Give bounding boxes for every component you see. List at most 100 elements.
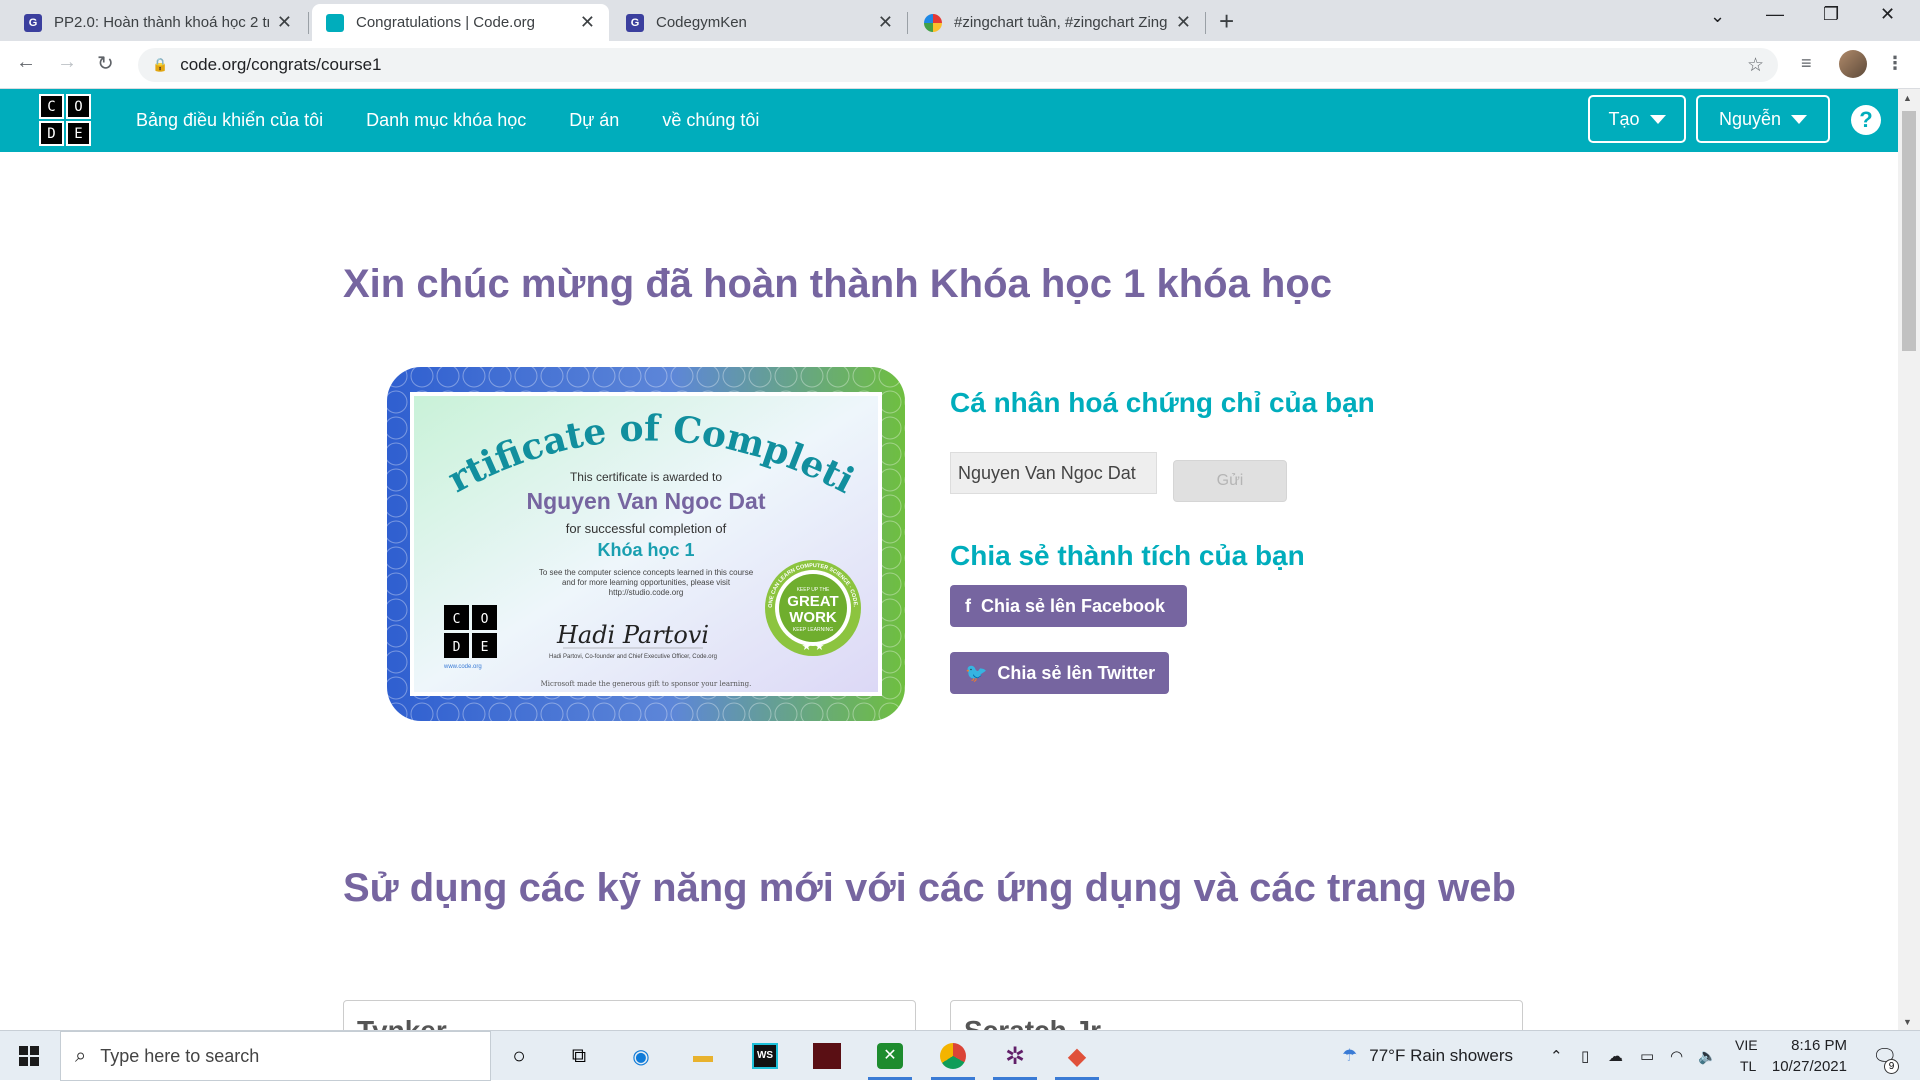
logo-letter: O bbox=[481, 612, 489, 627]
windows-start-icon[interactable] bbox=[19, 1046, 39, 1066]
app-diamond-icon[interactable]: ◆ bbox=[1055, 1040, 1099, 1080]
tab-code-org[interactable]: Congratulations | Code.org ✕ bbox=[312, 4, 609, 41]
close-window-button[interactable]: ✕ bbox=[1880, 4, 1895, 25]
certificate-signature: Hadi Partovi bbox=[556, 621, 709, 649]
caret-down-icon bbox=[1791, 114, 1808, 124]
clock-time: 8:16 PM bbox=[1791, 1037, 1847, 1054]
scroll-up-icon[interactable]: ▲ bbox=[1903, 93, 1912, 103]
media-control-icon[interactable]: ≡ bbox=[1801, 53, 1812, 74]
webstorm-icon[interactable]: WS bbox=[749, 1040, 781, 1072]
code-org-logo[interactable]: C O D E bbox=[39, 94, 91, 146]
forward-icon[interactable]: → bbox=[57, 51, 77, 74]
certificate-course: Khóa học 1 bbox=[597, 540, 694, 560]
task-view-icon[interactable]: ⧉ bbox=[563, 1040, 595, 1072]
nav-course-catalog[interactable]: Danh mục khóa học bbox=[366, 110, 526, 131]
close-icon[interactable]: ✕ bbox=[277, 12, 292, 33]
tab-divider bbox=[308, 12, 309, 34]
tab-divider bbox=[1205, 12, 1206, 34]
profile-avatar[interactable] bbox=[1839, 50, 1867, 78]
certificate-image: Certificate of Completion This certifica… bbox=[383, 363, 905, 721]
badge-line2: WORK bbox=[789, 609, 837, 626]
file-explorer-icon[interactable]: ▬ bbox=[687, 1040, 719, 1072]
page-scrollbar[interactable]: ▲ ▼ bbox=[1898, 89, 1920, 1030]
weather-widget[interactable]: ☂ 77°F Rain showers bbox=[1342, 1031, 1513, 1081]
url-text: code.org/congrats/course1 bbox=[180, 55, 382, 74]
close-icon[interactable]: ✕ bbox=[878, 12, 893, 33]
badge-line1: GREAT bbox=[787, 593, 838, 610]
nav-projects[interactable]: Dự án bbox=[569, 110, 619, 131]
tab-divider bbox=[907, 12, 908, 34]
certificate-info-line: http://studio.code.org bbox=[609, 588, 684, 597]
taskbar-clock[interactable]: 8:16 PM 10/27/2021 bbox=[1757, 1035, 1847, 1077]
tab-title: CodegymKen bbox=[656, 14, 747, 31]
share-twitter-button[interactable]: 🐦 Chia sẻ lên Twitter bbox=[950, 652, 1169, 694]
logo-letter: E bbox=[66, 121, 91, 146]
restore-button[interactable]: ❐ bbox=[1823, 4, 1839, 25]
tab-pp2[interactable]: G PP2.0: Hoàn thành khoá học 2 trê ✕ bbox=[10, 4, 306, 41]
certificate-awarded-text: This certificate is awarded to bbox=[570, 470, 722, 484]
volume-icon[interactable]: 🔈 bbox=[1698, 1031, 1717, 1081]
language-code: VIE bbox=[1735, 1037, 1758, 1053]
logo-letter: D bbox=[453, 640, 461, 655]
share-title: Chia sẻ thành tích của bạn bbox=[950, 540, 1305, 571]
search-placeholder: Type here to search bbox=[100, 1045, 260, 1066]
nav-dashboard[interactable]: Bảng điều khiển của tôi bbox=[136, 110, 323, 131]
device-icon[interactable]: ▯ bbox=[1581, 1031, 1589, 1081]
edge-icon[interactable]: ◉ bbox=[625, 1040, 657, 1072]
slack-icon[interactable]: ✲ bbox=[993, 1040, 1037, 1080]
close-icon[interactable]: ✕ bbox=[1176, 12, 1191, 33]
logo-letter: C bbox=[453, 612, 461, 627]
tab-search-icon[interactable]: ⌄ bbox=[1710, 6, 1725, 27]
minimize-button[interactable]: — bbox=[1766, 4, 1784, 25]
xbox-icon[interactable]: ✕ bbox=[868, 1040, 912, 1080]
personalize-title: Cá nhân hoá chứng chỉ của bạn bbox=[950, 387, 1375, 418]
close-icon[interactable]: ✕ bbox=[580, 12, 595, 33]
logo-letter: C bbox=[39, 94, 64, 119]
onedrive-icon[interactable]: ☁ bbox=[1608, 1031, 1623, 1081]
battery-icon[interactable]: ▭ bbox=[1640, 1031, 1654, 1081]
app-red-icon[interactable] bbox=[811, 1040, 843, 1072]
zing-icon bbox=[924, 13, 942, 32]
nav-about[interactable]: về chúng tôi bbox=[662, 110, 759, 131]
create-dropdown-button[interactable]: Tạo bbox=[1588, 95, 1686, 143]
show-hidden-icons[interactable]: ⌃ bbox=[1550, 1031, 1563, 1081]
notification-count-badge: 9 bbox=[1884, 1059, 1899, 1074]
certificate-info-line: and for more learning opportunities, ple… bbox=[562, 578, 731, 587]
input-language[interactable]: VIE TL bbox=[1735, 1035, 1758, 1077]
keyboard-code: TL bbox=[1740, 1058, 1757, 1074]
user-dropdown-button[interactable]: Nguyễn bbox=[1696, 95, 1830, 143]
tab-zingchart[interactable]: #zingchart tuần, #zingchart Zing ✕ bbox=[910, 4, 1205, 41]
share-facebook-button[interactable]: f Chia sẻ lên Facebook bbox=[950, 585, 1187, 627]
facebook-label: Chia sẻ lên Facebook bbox=[981, 595, 1166, 616]
clock-date: 10/27/2021 bbox=[1771, 1058, 1847, 1075]
reload-icon[interactable]: ↻ bbox=[97, 51, 114, 76]
rain-cloud-icon: ☂ bbox=[1342, 1046, 1358, 1065]
facebook-icon: f bbox=[965, 595, 971, 616]
chrome-icon[interactable] bbox=[931, 1040, 975, 1080]
submit-name-button[interactable]: Gửi bbox=[1173, 460, 1287, 502]
scrollbar-thumb[interactable] bbox=[1902, 111, 1916, 351]
logo-letter: O bbox=[66, 94, 91, 119]
new-tab-button[interactable]: + bbox=[1219, 6, 1234, 37]
scroll-down-icon[interactable]: ▼ bbox=[1903, 1017, 1912, 1027]
taskbar-search-box[interactable]: ⌕ Type here to search bbox=[60, 1031, 491, 1081]
address-bar[interactable]: 🔒 code.org/congrats/course1 ☆ bbox=[138, 48, 1778, 82]
browser-toolbar: ← → ↻ 🔒 code.org/congrats/course1 ☆ ≡ ⋮ bbox=[0, 41, 1920, 89]
cortana-icon[interactable]: ○ bbox=[503, 1040, 535, 1072]
certificate-name: Nguyen Van Ngoc Dat bbox=[527, 488, 766, 514]
wifi-icon[interactable]: ◠ bbox=[1670, 1031, 1683, 1081]
user-label: Nguyễn bbox=[1718, 108, 1782, 129]
codegym-icon: G bbox=[626, 13, 644, 32]
logo-letter: E bbox=[481, 640, 489, 655]
certificate-name-input[interactable] bbox=[950, 452, 1157, 494]
lock-icon[interactable]: 🔒 bbox=[152, 57, 168, 73]
back-icon[interactable]: ← bbox=[16, 51, 36, 74]
tab-codegymken[interactable]: G CodegymKen ✕ bbox=[612, 4, 907, 41]
help-icon[interactable]: ? bbox=[1851, 105, 1881, 135]
bookmark-star-icon[interactable]: ☆ bbox=[1747, 54, 1764, 77]
menu-icon[interactable]: ⋮ bbox=[1886, 53, 1904, 74]
browser-tab-strip: G PP2.0: Hoàn thành khoá học 2 trê ✕ Con… bbox=[0, 0, 1920, 41]
search-icon: ⌕ bbox=[75, 1044, 87, 1067]
twitter-icon: 🐦 bbox=[965, 662, 988, 683]
certificate-sponsor: Microsoft made the generous gift to spon… bbox=[541, 680, 752, 688]
